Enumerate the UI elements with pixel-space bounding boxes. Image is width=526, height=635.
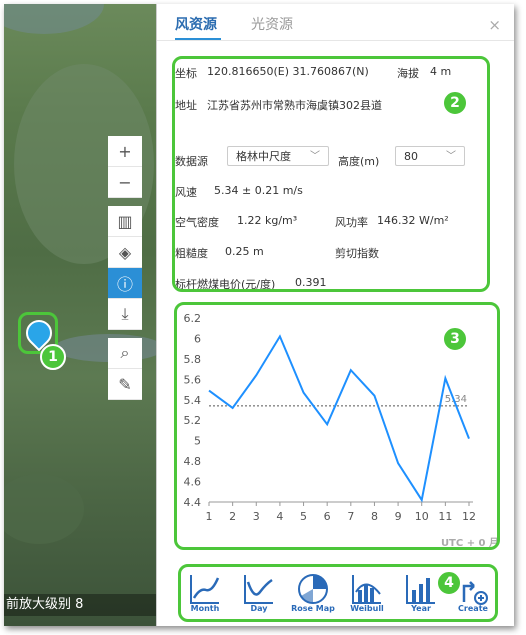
plus-icon: + [118,141,132,161]
zoom-out-button[interactable]: − [108,167,142,198]
pencil-icon: ✎ [118,374,132,394]
basemap-button[interactable]: ▥ [108,206,142,237]
badge-3: 3 [442,326,468,352]
info-icon: ⓘ [116,275,133,294]
map-toolbar: + − ▥ ◈ ⓘ ⤓ ⌕ ✎ [108,136,142,400]
info-button[interactable]: ⓘ [108,268,142,299]
search-icon: ⌕ [120,343,130,362]
active-tab-indicator [175,38,221,40]
layers-icon: ◈ [118,242,132,262]
edit-button[interactable]: ✎ [108,369,142,400]
map-icon: ▥ [117,211,133,231]
minus-icon: − [118,172,132,192]
layers-button[interactable]: ◈ [108,237,142,268]
download-icon: ⤓ [121,304,129,323]
badge-2: 2 [442,90,468,116]
tab-bar: 风资源 光资源 × [157,4,514,41]
tab-wind-resource[interactable]: 风资源 [175,14,217,34]
highlight-box-2 [172,56,490,292]
zoom-in-button[interactable]: + [108,136,142,167]
close-icon[interactable]: × [488,16,501,34]
search-button[interactable]: ⌕ [108,338,142,369]
tab-solar-resource[interactable]: 光资源 [251,14,293,34]
badge-4: 4 [436,570,462,596]
zoom-level-label: 前放大级别 8 [4,594,156,616]
download-button[interactable]: ⤓ [108,299,142,330]
badge-1: 1 [40,344,66,370]
window-frame: + − ▥ ◈ ⓘ ⤓ ⌕ ✎ 前放大级别 8 风资源 光资源 × 坐标 120… [4,4,514,626]
